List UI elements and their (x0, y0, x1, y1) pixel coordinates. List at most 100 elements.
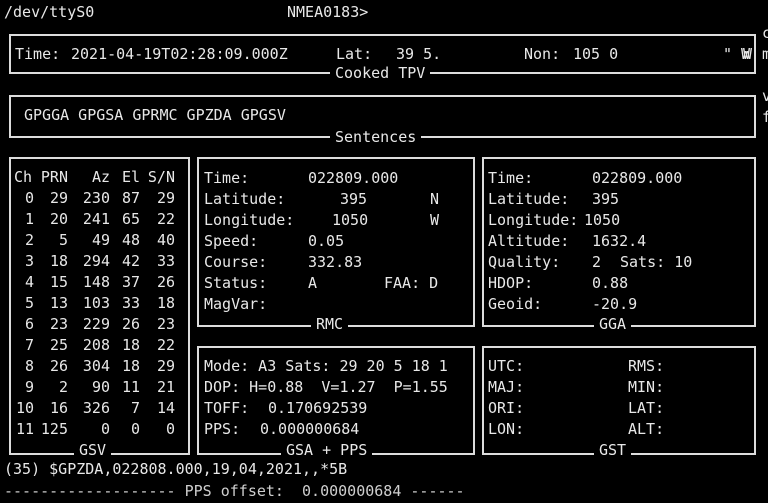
gsv-az: 326 (82, 399, 110, 417)
rmc-status-row: Status: A (204, 273, 317, 294)
tpv-lat-value: 39 5. (396, 45, 442, 63)
rmc-magvar-row: MagVar: (204, 294, 308, 315)
rmc-lon-value: 1050 (332, 211, 369, 229)
gga-lat-row: Latitude: 395 (488, 189, 619, 210)
gga-quality-label: Quality: (488, 253, 561, 271)
gsv-row: 3 18 294 42 33 (14, 251, 175, 272)
gsv-row: 9 2 90 11 21 (14, 377, 175, 398)
gsv-sn: 22 (156, 210, 175, 228)
gga-title: GGA (594, 314, 632, 335)
gsv-el: 33 (121, 294, 140, 312)
gsv-row: 5 13 103 33 18 (14, 293, 175, 314)
rmc-time-value: 022809.000 (308, 169, 399, 187)
gsv-header-prn: PRN (40, 168, 68, 186)
rmc-lon-label: Longitude: (204, 211, 295, 229)
gsa-mode-line: Mode: A3 Sats: 29 20 5 18 1 (204, 357, 448, 375)
gsv-sn: 29 (156, 357, 175, 375)
gsv-sn: 14 (156, 399, 175, 417)
gst-min-label: MIN: (628, 378, 665, 396)
gsa-toff-label: TOFF: (204, 399, 250, 417)
gst-alt-label: ALT: (628, 420, 665, 438)
gsv-prn: 23 (49, 315, 68, 333)
rmc-course-row: Course: 332.83 (204, 252, 362, 273)
gsv-ch: 4 (24, 273, 34, 291)
gsv-ch: 7 (24, 336, 34, 354)
gsv-prn: 16 (49, 399, 68, 417)
gga-lon-value: 1050 (584, 211, 621, 229)
rmc-course-value: 332.83 (308, 253, 363, 271)
gsv-sn: 0 (165, 420, 175, 438)
gsv-prn: 29 (49, 189, 68, 207)
gsv-sn: 26 (156, 273, 175, 291)
gsv-az: 229 (82, 315, 110, 333)
gsv-row: 0 29 230 87 29 (14, 188, 175, 209)
gst-rms-label: RMS: (628, 357, 665, 375)
gga-sats: Sats: 10 (620, 252, 692, 273)
gsv-row: 8 26 304 18 29 (14, 356, 175, 377)
gga-alt-label: Altitude: (488, 232, 570, 250)
rmc-time-label: Time: (204, 169, 250, 187)
gga-hdop-label: HDOP: (488, 274, 534, 292)
gsv-ch: 8 (24, 357, 34, 375)
gga-sats-value: 10 (674, 253, 693, 271)
gst-title: GST (594, 440, 632, 461)
rmc-faa: FAA: D (384, 273, 438, 294)
gsv-prn: 15 (49, 273, 68, 291)
rmc-lat-row: Latitude: 395 (204, 189, 367, 210)
gsv-prn: 26 (49, 357, 68, 375)
gsa-title: GSA + PPS (281, 440, 373, 461)
gsv-table: Ch PRN Az El S/N 0 29 230 87 29 1 20 241 65 22 2 5 4… (14, 167, 175, 440)
gga-lon-row: Longitude: 1050 (488, 210, 620, 231)
tpv-lat-label: Lat: (336, 45, 373, 63)
gga-lat-label: Latitude: (488, 190, 570, 208)
gga-lat-value: 395 (592, 190, 620, 208)
gst-lon-label: LON: (488, 420, 525, 438)
gsv-ch: 6 (24, 315, 34, 333)
rmc-lat-label: Latitude: (204, 190, 286, 208)
gsv-az: 208 (82, 336, 110, 354)
gst-utc-label: UTC: (488, 357, 525, 375)
gga-hdop-row: HDOP: 0.88 (488, 273, 628, 294)
rmc-status-value: A (308, 274, 318, 292)
gsv-prn: 18 (49, 252, 68, 270)
gst-lat-label: LAT: (628, 399, 665, 417)
gsv-ch: 9 (24, 378, 34, 396)
gga-geoid-label: Geoid: (488, 295, 543, 313)
gsv-ch: 10 (15, 399, 34, 417)
gsv-az: 49 (91, 231, 110, 249)
rmc-magvar-label: MagVar: (204, 295, 268, 313)
gsv-sn: 22 (156, 336, 175, 354)
rmc-title: RMC (311, 314, 349, 335)
tpv-lon-label: Non: (524, 45, 561, 63)
rmc-lon-hemi: W (430, 211, 440, 229)
gsa-pps-label: PPS: (204, 420, 241, 438)
rmc-speed-value: 0.05 (308, 232, 345, 250)
gsv-prn: 125 (40, 420, 68, 438)
margin-char: m (762, 45, 768, 63)
sentences-title: Sentences (330, 127, 422, 148)
gga-lon-label: Longitude: (488, 211, 579, 229)
gsv-sn: 21 (156, 378, 175, 396)
margin-char: c (762, 24, 768, 42)
gsv-row: 11 125 0 0 0 (14, 419, 175, 440)
gga-sats-label: Sats: (620, 253, 666, 271)
gga-quality-row: Quality: 2 (488, 252, 601, 273)
rmc-lat-value: 395 (340, 190, 368, 208)
gga-hdop-value: 0.88 (592, 274, 629, 292)
gsv-header-el: El (121, 168, 140, 186)
gsa-pps-row: PPS: 0.000000684 (204, 419, 359, 440)
margin-char: f (762, 108, 768, 126)
gga-time-value: 022809.000 (592, 169, 683, 187)
gsv-sn: 40 (156, 231, 175, 249)
gsv-az: 294 (82, 252, 110, 270)
gsv-el: 48 (121, 231, 140, 249)
gsv-header-az: Az (91, 168, 110, 186)
rmc-status-label: Status: (204, 274, 268, 292)
gsv-az: 0 (100, 420, 110, 438)
gst-maj-label: MAJ: (488, 378, 525, 396)
tpv-time-label: Time: (15, 45, 61, 63)
gst-ori-label: ORI: (488, 399, 525, 417)
gga-geoid-row: Geoid: -20.9 (488, 294, 637, 315)
gsv-sn: 33 (156, 252, 175, 270)
gsv-ch: 1 (24, 210, 34, 228)
